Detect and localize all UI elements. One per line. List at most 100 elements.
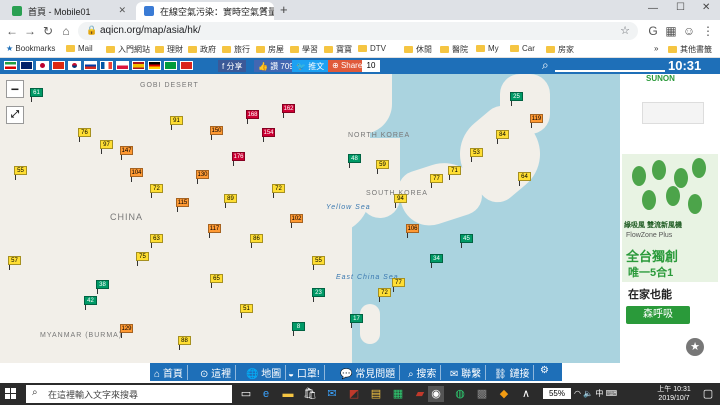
nav-mask[interactable]: ◒ 口罩! — [288, 365, 325, 380]
home-icon[interactable]: ⌂ — [58, 23, 74, 39]
aqi-station-marker[interactable]: 45 — [460, 234, 473, 248]
flag-spain-icon[interactable] — [132, 61, 145, 70]
aqi-station-marker[interactable]: 150 — [210, 126, 223, 140]
aqi-station-marker[interactable]: 72 — [272, 184, 285, 198]
aqi-station-marker[interactable]: 64 — [518, 172, 531, 186]
aqi-station-marker[interactable]: 55 — [14, 166, 27, 180]
flag-germany-icon[interactable] — [148, 61, 161, 70]
reload-icon[interactable]: ↻ — [40, 23, 56, 39]
aqi-station-marker[interactable]: 48 — [348, 154, 361, 168]
translate-icon[interactable]: G — [645, 23, 661, 39]
aqi-station-marker[interactable]: 115 — [176, 198, 189, 212]
search-icon[interactable]: ⌕ — [542, 58, 549, 73]
aqi-station-marker[interactable]: 102 — [290, 214, 303, 228]
tray-chevron-icon[interactable]: ∧ — [518, 386, 534, 402]
flag-iran-icon[interactable] — [4, 61, 17, 70]
aqi-station-marker[interactable]: 104 — [130, 168, 143, 182]
aqi-station-marker[interactable]: 86 — [250, 234, 263, 248]
store-icon[interactable]: 🛍 — [302, 386, 318, 402]
edge-icon[interactable]: e — [258, 386, 274, 402]
battery-indicator[interactable]: 55% — [543, 388, 571, 399]
aqi-station-marker[interactable]: 88 — [178, 336, 191, 350]
aqi-station-marker[interactable]: 106 — [406, 224, 419, 238]
spreadsheet-icon[interactable]: ▦ — [390, 386, 406, 402]
maximize-icon[interactable]: ☐ — [676, 2, 685, 13]
nav-links[interactable]: ⛓ 鏈接 — [494, 365, 535, 380]
back-icon[interactable]: ← — [4, 23, 20, 39]
bookmark-folder[interactable]: 理財 — [155, 44, 183, 55]
profile-icon[interactable]: ☺ — [681, 23, 697, 39]
nav-map[interactable]: 🌐 地圖 — [246, 365, 287, 380]
aqi-station-marker[interactable]: 97 — [100, 140, 113, 154]
aqi-station-marker[interactable]: 76 — [78, 128, 91, 142]
menu-icon[interactable]: ⋮ — [700, 23, 716, 39]
bookmark-folder[interactable]: 休閒 — [404, 44, 432, 55]
aqi-station-marker[interactable]: 117 — [208, 224, 221, 238]
flag-poland-icon[interactable] — [116, 61, 129, 70]
bookmark-folder[interactable]: 房屋 — [256, 44, 284, 55]
nav-search[interactable]: ⌕ 搜索 — [408, 365, 442, 380]
aqi-station-marker[interactable]: 168 — [246, 110, 259, 124]
new-tab-button[interactable]: + — [280, 2, 288, 17]
flag-france-icon[interactable] — [100, 61, 113, 70]
line-icon[interactable]: ◍ — [452, 386, 468, 402]
address-bar[interactable]: 🔒 aqicn.org/map/asia/hk/ ☆ — [78, 22, 638, 40]
aqi-station-marker[interactable]: 77 — [392, 278, 405, 292]
aqi-station-marker[interactable]: 38 — [96, 280, 109, 294]
forward-icon[interactable]: → — [22, 23, 38, 39]
aqi-station-marker[interactable]: 72 — [150, 184, 163, 198]
aqi-station-marker[interactable]: 71 — [448, 166, 461, 180]
bookmark-folder[interactable]: DTV — [358, 44, 386, 53]
flag-china-icon[interactable] — [52, 61, 65, 70]
zoom-out-button[interactable]: − — [6, 80, 24, 98]
facebook-share-button[interactable]: f 分享 — [218, 60, 247, 72]
more-bookmarks-icon[interactable]: » — [654, 44, 658, 53]
aqi-station-marker[interactable]: 147 — [120, 146, 133, 160]
aqi-station-marker[interactable]: 154 — [262, 128, 275, 142]
flag-brazil-icon[interactable] — [164, 61, 177, 70]
aqi-station-marker[interactable]: 119 — [530, 114, 543, 128]
aqi-station-marker[interactable]: 42 — [84, 296, 97, 310]
share-button[interactable]: ⊕ Share — [328, 60, 367, 72]
nav-settings-icon[interactable]: ⚙ — [540, 365, 553, 376]
nav-home[interactable]: ⌂ 首頁 — [154, 365, 188, 380]
aqi-station-marker[interactable]: 84 — [496, 130, 509, 144]
file-explorer-icon[interactable]: ▬ — [280, 386, 296, 402]
flag-japan-icon[interactable] — [36, 61, 49, 70]
flag-russia-icon[interactable] — [84, 61, 97, 70]
nav-contact[interactable]: ✉ 聯繫 — [450, 365, 487, 380]
other-bookmarks[interactable]: 其他書籤 — [668, 44, 712, 55]
app2-icon[interactable]: ▩ — [474, 386, 490, 402]
flag-korea-icon[interactable] — [68, 61, 81, 70]
aqi-station-marker[interactable]: 75 — [136, 252, 149, 266]
bookmark-star-icon[interactable]: ☆ — [620, 24, 630, 37]
office-icon[interactable]: ◩ — [346, 386, 362, 402]
mail-icon[interactable]: ✉ — [324, 386, 340, 402]
aqi-station-marker[interactable]: 59 — [376, 160, 389, 174]
flag-uk-icon[interactable] — [20, 61, 33, 70]
bookmark-folder[interactable]: 寶寶 — [324, 44, 352, 55]
taskbar-search-input[interactable]: ⌕ 在這裡輸入文字來搜尋 — [26, 385, 232, 403]
bookmark-folder[interactable]: My — [476, 44, 499, 53]
aqi-station-marker[interactable]: 77 — [430, 174, 443, 188]
aqi-station-marker[interactable]: 23 — [312, 288, 325, 302]
aqi-station-marker[interactable]: 34 — [430, 254, 443, 268]
close-window-icon[interactable]: ✕ — [702, 2, 710, 13]
advertisement[interactable]: SUNON 綠吸風 雙流新風機 FlowZone Plus 全台獨創 唯一5合1… — [620, 74, 720, 363]
aqi-station-marker[interactable]: 94 — [394, 194, 407, 208]
aqi-station-marker[interactable]: 129 — [120, 324, 133, 338]
bookmark-folder[interactable]: 醫院 — [440, 44, 468, 55]
bookmark-apps[interactable]: ★ Bookmarks — [6, 44, 55, 53]
aqi-station-marker[interactable]: 63 — [150, 234, 163, 248]
bookmark-folder[interactable]: 房家 — [546, 44, 574, 55]
close-tab-icon[interactable]: ✕ — [118, 5, 126, 16]
bookmark-folder[interactable]: Mail — [66, 44, 93, 53]
bookmark-folder[interactable]: 旅行 — [222, 44, 250, 55]
bookmark-folder[interactable]: 學習 — [290, 44, 318, 55]
aqi-station-marker[interactable]: 51 — [240, 304, 253, 318]
ad-cta-button[interactable]: 森呼吸 — [626, 306, 690, 324]
nav-here[interactable]: ⊙ 這裡 — [200, 365, 237, 380]
tweet-button[interactable]: 🐦 推文 — [292, 60, 329, 72]
close-tab-icon[interactable]: ✕ — [260, 5, 268, 16]
aqi-station-marker[interactable]: 130 — [196, 170, 209, 184]
